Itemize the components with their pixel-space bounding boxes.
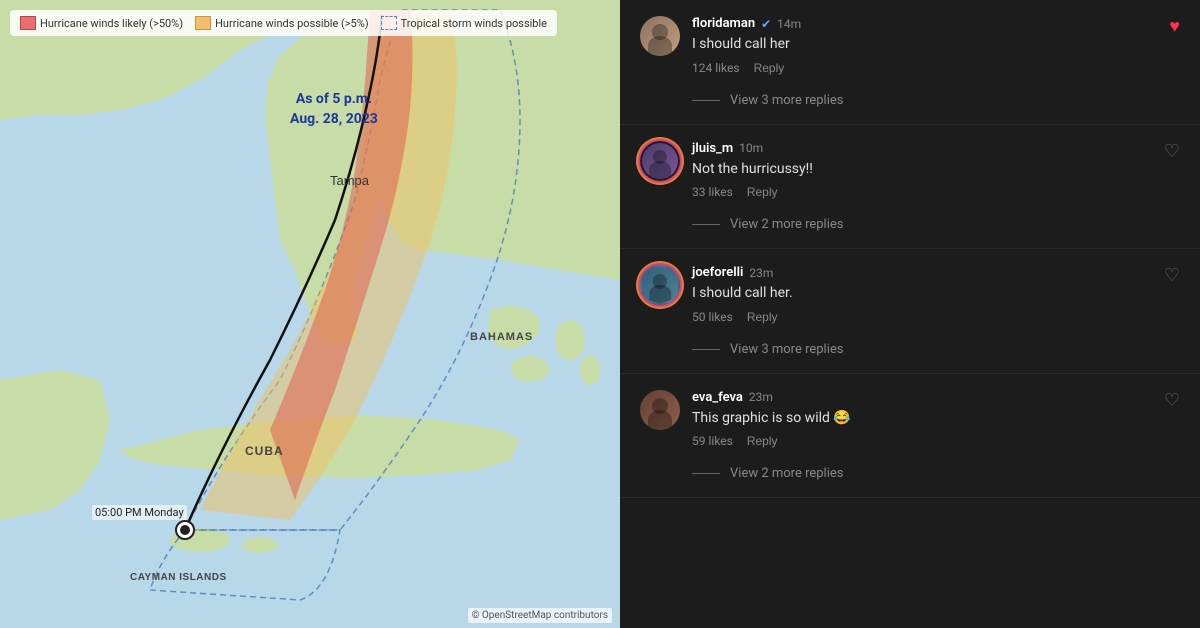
reply-button-joeforelli[interactable]: Reply <box>747 310 778 324</box>
comment-actions-jluis: 33 likes Reply <box>692 185 1180 199</box>
comment-header-joeforelli: joeforelli 23m <box>692 265 1180 280</box>
svg-text:BAHAMAS: BAHAMAS <box>470 331 533 343</box>
view-replies-joeforelli[interactable]: View 3 more replies <box>640 332 1180 357</box>
avatar-jluis <box>640 141 680 181</box>
replies-line-eva <box>692 473 720 474</box>
reply-button-eva[interactable]: Reply <box>747 434 778 448</box>
legend-label-possible: Hurricane winds possible (>5%) <box>215 17 369 30</box>
comment-main-floridaman: floridaman ✔ 14m I should call her 124 l… <box>640 16 1180 75</box>
legend-label-tropical: Tropical storm winds possible <box>401 17 547 30</box>
legend-box-possible <box>195 16 211 30</box>
comment-text-floridaman: I should call her <box>692 35 1180 55</box>
likes-floridaman: 124 likes <box>692 61 740 75</box>
likes-joeforelli: 50 likes <box>692 310 733 324</box>
comment-actions-floridaman: 124 likes Reply <box>692 61 1180 75</box>
comment-eva: eva_feva 23m This graphic is so wild 😂 5… <box>620 374 1200 499</box>
map-time-label: 05:00 PM Monday <box>92 505 187 520</box>
reply-button-floridaman[interactable]: Reply <box>754 61 785 75</box>
comment-header-eva: eva_feva 23m <box>692 390 1180 405</box>
comment-content-jluis: jluis_m 10m Not the hurricussy!! 33 like… <box>692 141 1180 200</box>
svg-text:CAYMAN ISLANDS: CAYMAN ISLANDS <box>130 572 227 583</box>
comment-content-eva: eva_feva 23m This graphic is so wild 😂 5… <box>692 390 1180 449</box>
avatar-joeforelli <box>640 265 680 305</box>
map-legend: Hurricane winds likely (>50%) Hurricane … <box>10 10 557 36</box>
comment-header-floridaman: floridaman ✔ 14m <box>692 16 1180 31</box>
legend-item-likely: Hurricane winds likely (>50%) <box>20 16 183 30</box>
heart-container-eva[interactable]: ♡ <box>1164 390 1180 411</box>
map-attribution: © OpenStreetMap contributors <box>468 608 612 623</box>
reply-button-jluis[interactable]: Reply <box>747 185 778 199</box>
likes-jluis: 33 likes <box>692 185 733 199</box>
map-date-label: As of 5 p.m. Aug. 28, 2023 <box>290 90 378 129</box>
comment-main-joeforelli: joeforelli 23m I should call her. 50 lik… <box>640 265 1180 324</box>
map-background: Tampa BAHAMAS CUBA CAYMAN ISLANDS As of … <box>0 0 620 628</box>
comment-header-jluis: jluis_m 10m <box>692 141 1180 156</box>
heart-container-jluis[interactable]: ♡ <box>1164 141 1180 162</box>
verified-icon-floridaman: ✔ <box>761 17 771 31</box>
replies-line-joeforelli <box>692 349 720 350</box>
replies-text-eva[interactable]: View 2 more replies <box>730 466 843 481</box>
heart-icon-floridaman[interactable]: ♥ <box>1169 16 1180 37</box>
replies-line <box>692 100 720 101</box>
comment-joeforelli: joeforelli 23m I should call her. 50 lik… <box>620 249 1200 374</box>
comment-content-floridaman: floridaman ✔ 14m I should call her 124 l… <box>692 16 1180 75</box>
view-replies-floridaman[interactable]: View 3 more replies <box>640 83 1180 108</box>
legend-item-possible: Hurricane winds possible (>5%) <box>195 16 369 30</box>
legend-label-likely: Hurricane winds likely (>50%) <box>40 17 183 30</box>
replies-text-joeforelli[interactable]: View 3 more replies <box>730 342 843 357</box>
comment-text-joeforelli: I should call her. <box>692 284 1180 304</box>
comment-actions-joeforelli: 50 likes Reply <box>692 310 1180 324</box>
legend-item-tropical: Tropical storm winds possible <box>381 16 547 30</box>
heart-container-floridaman[interactable]: ♥ <box>1169 16 1180 37</box>
comments-panel[interactable]: floridaman ✔ 14m I should call her 124 l… <box>620 0 1200 628</box>
timestamp-floridaman: 14m <box>777 17 801 31</box>
username-jluis: jluis_m <box>692 141 733 156</box>
heart-icon-jluis[interactable]: ♡ <box>1164 141 1180 162</box>
replies-text-jluis[interactable]: View 2 more replies <box>730 217 843 232</box>
comment-main-jluis: jluis_m 10m Not the hurricussy!! 33 like… <box>640 141 1180 200</box>
timestamp-joeforelli: 23m <box>749 266 773 280</box>
comment-text-jluis: Not the hurricussy!! <box>692 160 1180 180</box>
likes-eva: 59 likes <box>692 434 733 448</box>
comment-floridaman: floridaman ✔ 14m I should call her 124 l… <box>620 0 1200 125</box>
avatar-eva <box>640 390 680 430</box>
comment-jluis: jluis_m 10m Not the hurricussy!! 33 like… <box>620 125 1200 250</box>
comment-actions-eva: 59 likes Reply <box>692 434 1180 448</box>
username-eva: eva_feva <box>692 390 743 405</box>
svg-text:Tampa: Tampa <box>330 173 370 188</box>
view-replies-eva[interactable]: View 2 more replies <box>640 456 1180 481</box>
replies-text-floridaman[interactable]: View 3 more replies <box>730 93 843 108</box>
legend-box-tropical <box>381 16 397 30</box>
replies-line-jluis <box>692 224 720 225</box>
timestamp-eva: 23m <box>749 390 773 404</box>
legend-box-likely <box>20 16 36 30</box>
heart-container-joeforelli[interactable]: ♡ <box>1164 265 1180 286</box>
heart-icon-eva[interactable]: ♡ <box>1164 390 1180 411</box>
view-replies-jluis[interactable]: View 2 more replies <box>640 207 1180 232</box>
comment-text-eva: This graphic is so wild 😂 <box>692 409 1180 429</box>
avatar-floridaman <box>640 16 680 56</box>
username-joeforelli: joeforelli <box>692 265 743 280</box>
heart-icon-joeforelli[interactable]: ♡ <box>1164 265 1180 286</box>
comment-main-eva: eva_feva 23m This graphic is so wild 😂 5… <box>640 390 1180 449</box>
map-panel: Tampa BAHAMAS CUBA CAYMAN ISLANDS As of … <box>0 0 620 628</box>
timestamp-jluis: 10m <box>739 141 763 155</box>
comment-content-joeforelli: joeforelli 23m I should call her. 50 lik… <box>692 265 1180 324</box>
username-floridaman: floridaman <box>692 16 755 31</box>
svg-text:CUBA: CUBA <box>245 444 284 458</box>
